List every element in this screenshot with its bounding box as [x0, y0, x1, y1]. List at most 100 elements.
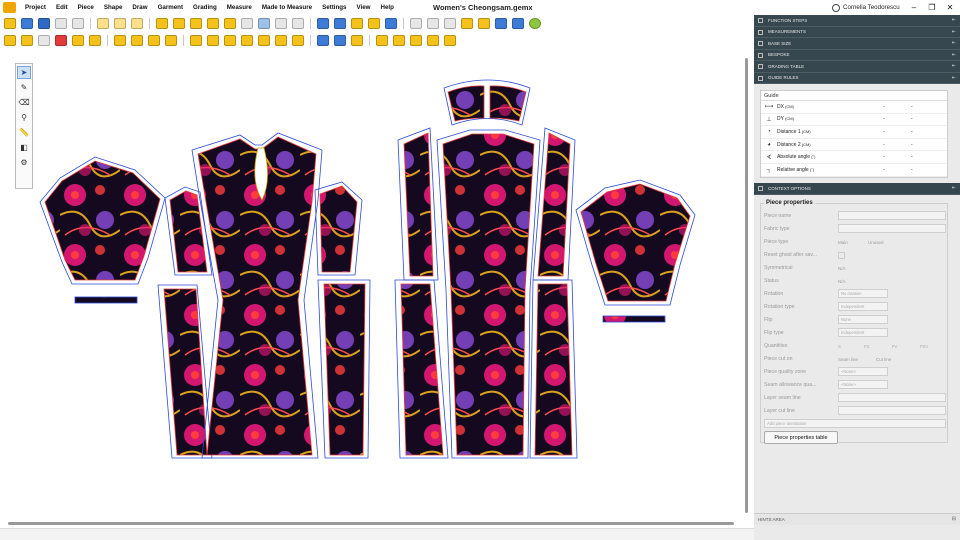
pin-icon[interactable]: ⇤: [952, 75, 956, 81]
section-guide-rules[interactable]: GUIDE RULES ⇤: [754, 72, 960, 84]
piece-name-field[interactable]: [838, 211, 946, 220]
vertical-scrollbar[interactable]: [745, 58, 748, 513]
pattern-canvas[interactable]: [0, 55, 745, 520]
menu-edit[interactable]: Edit: [51, 0, 73, 15]
flip-select[interactable]: None: [838, 315, 888, 324]
menu-settings[interactable]: Settings: [317, 0, 351, 15]
quantity-fv-field[interactable]: FV: [892, 344, 897, 349]
layer-icon[interactable]: [173, 18, 185, 29]
piece-properties-table-button[interactable]: Piece properties table: [764, 431, 838, 444]
facing-icon[interactable]: [190, 35, 202, 46]
guide-row-dy[interactable]: ⊥ DY (CM) - -: [761, 114, 947, 127]
section-context-options[interactable]: CONTEXT OPTIONS ⇤: [754, 183, 960, 195]
piece-annotation-input[interactable]: Add piece annotation: [764, 419, 946, 428]
tools-icon[interactable]: [512, 18, 524, 29]
pin-icon[interactable]: ⇤: [952, 17, 956, 23]
reset-ghost-checkbox[interactable]: [838, 251, 845, 259]
folder-icon[interactable]: [4, 35, 16, 46]
menu-shape[interactable]: Shape: [99, 0, 128, 15]
marker-icon[interactable]: [368, 18, 380, 29]
guide-row-distance-2[interactable]: ◕ Distance 2 (CM) - -: [761, 139, 947, 152]
restore-button[interactable]: ❐: [924, 0, 940, 15]
pin-icon[interactable]: ⇤: [952, 185, 956, 191]
mirror-icon[interactable]: [131, 35, 143, 46]
redo-icon[interactable]: [72, 18, 84, 29]
measure-icon[interactable]: [292, 18, 304, 29]
visibility-icon[interactable]: [258, 18, 270, 29]
piece-new-icon[interactable]: [21, 35, 33, 46]
flip-type-select[interactable]: Independent: [838, 328, 888, 337]
pleat-icon[interactable]: [207, 35, 219, 46]
catalog-icon[interactable]: [495, 18, 507, 29]
menu-grading[interactable]: Grading: [188, 0, 222, 15]
grading-icon[interactable]: [224, 18, 236, 29]
avatar-icon[interactable]: [334, 18, 346, 29]
plot-icon[interactable]: [444, 18, 456, 29]
guide-row-relative-angle[interactable]: ┐ Relative angle (°) - -: [761, 164, 947, 177]
menu-measure[interactable]: Measure: [222, 0, 257, 15]
guide-row-dx[interactable]: ⟼ DX (CM) - -: [761, 101, 947, 114]
fabric-icon[interactable]: [351, 18, 363, 29]
section-function-steps[interactable]: FUNCTION STEPS ⇤: [754, 15, 960, 27]
flag-icon[interactable]: [207, 18, 219, 29]
section-measurements[interactable]: MEASUREMENTS ⇤: [754, 26, 960, 38]
notch-icon[interactable]: [190, 18, 202, 29]
guide-row-absolute-angle[interactable]: ∢ Absolute angle (°) - -: [761, 151, 947, 164]
pin-icon[interactable]: ⇤: [952, 29, 956, 35]
curve-icon[interactable]: [334, 35, 346, 46]
seam-quality-select[interactable]: <None>: [838, 380, 888, 389]
resize-icon[interactable]: [427, 35, 439, 46]
section-base-size[interactable]: BASE SIZE ⇤: [754, 38, 960, 50]
piece-type-unused-radio[interactable]: Unused: [868, 240, 884, 245]
pin-icon[interactable]: ⇤: [952, 40, 956, 46]
print-icon[interactable]: [427, 18, 439, 29]
section-grading-table[interactable]: GRADING TABLE ⇤: [754, 61, 960, 73]
open-icon[interactable]: [21, 18, 33, 29]
split-icon[interactable]: [148, 35, 160, 46]
menu-view[interactable]: View: [351, 0, 375, 15]
rotation-type-select[interactable]: Independent: [838, 302, 888, 311]
hints-pin-icon[interactable]: ⊟: [952, 516, 956, 522]
menu-draw[interactable]: Draw: [127, 0, 152, 15]
zoom-fit-icon[interactable]: [131, 18, 143, 29]
grid-icon[interactable]: [241, 18, 253, 29]
zoom-out-icon[interactable]: [114, 18, 126, 29]
move-icon[interactable]: [38, 35, 50, 46]
menu-help[interactable]: Help: [375, 0, 398, 15]
stack-icon[interactable]: [444, 35, 456, 46]
section-bespoke[interactable]: BESPOKE ⇤: [754, 49, 960, 61]
layer-seam-select[interactable]: [838, 393, 946, 402]
color-icon[interactable]: [55, 35, 67, 46]
horizontal-scrollbar[interactable]: [8, 522, 734, 525]
piece-icon[interactable]: [156, 18, 168, 29]
arrange-icon[interactable]: [376, 35, 388, 46]
dart-icon[interactable]: [89, 35, 101, 46]
layer-cut-select[interactable]: [838, 406, 946, 415]
align-icon[interactable]: [275, 35, 287, 46]
forward-icon[interactable]: [351, 35, 363, 46]
import-icon[interactable]: [478, 18, 490, 29]
copy-piece-icon[interactable]: [114, 35, 126, 46]
close-button[interactable]: ✕: [942, 0, 958, 15]
user-account[interactable]: Cornelia Teodorescu: [832, 0, 900, 15]
cut-line-radio[interactable]: Cut line: [876, 357, 891, 362]
join-icon[interactable]: [165, 35, 177, 46]
simulation-icon[interactable]: [385, 18, 397, 29]
pin-icon[interactable]: ⇤: [952, 63, 956, 69]
seam-icon[interactable]: [72, 35, 84, 46]
transform-icon[interactable]: [410, 35, 422, 46]
rotate-icon[interactable]: [258, 35, 270, 46]
zoom-in-icon[interactable]: [97, 18, 109, 29]
guide-row-distance-1[interactable]: ◔ Distance 1 (CM) - -: [761, 126, 947, 139]
new-project-icon[interactable]: [4, 18, 16, 29]
grain-icon[interactable]: [317, 35, 329, 46]
quality-zone-select[interactable]: <None>: [838, 367, 888, 376]
piece-type-main-radio[interactable]: Main: [838, 240, 848, 245]
menu-piece[interactable]: Piece: [73, 0, 99, 15]
seam-line-radio[interactable]: Seam line: [838, 357, 858, 362]
fabric-type-select[interactable]: [838, 224, 946, 233]
menu-project[interactable]: Project: [20, 0, 51, 15]
menu-made-to-measure[interactable]: Made to Measure: [257, 0, 317, 15]
minimize-button[interactable]: –: [906, 0, 922, 15]
save-icon[interactable]: [38, 18, 50, 29]
